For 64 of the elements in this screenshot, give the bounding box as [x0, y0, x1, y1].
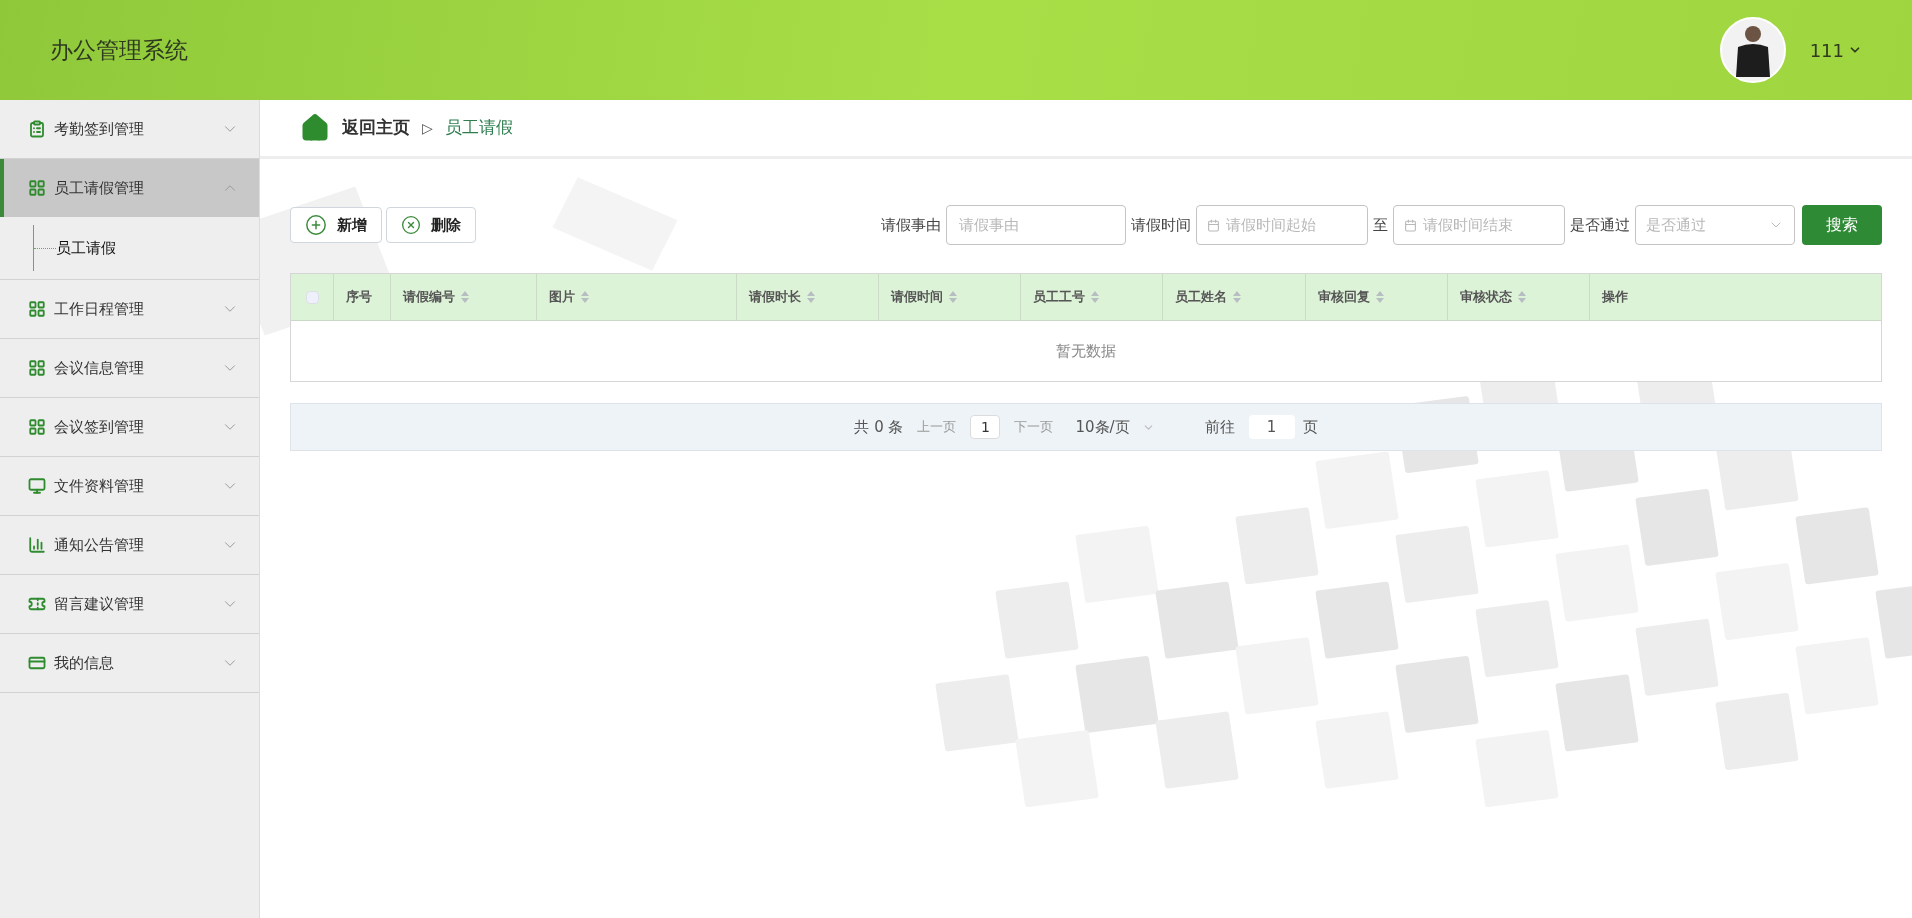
sort-icon — [1376, 291, 1384, 303]
home-icon — [300, 113, 330, 143]
calendar-icon — [1404, 218, 1417, 232]
goto-page-field[interactable]: 1 — [1248, 415, 1295, 439]
breadcrumb-current: 员工请假 — [444, 116, 513, 140]
page-number[interactable]: 1 — [970, 415, 1001, 439]
sidebar-item[interactable]: 员工请假管理 — [0, 159, 259, 217]
column-header[interactable]: 员工工号 — [1021, 274, 1163, 320]
delete-button[interactable]: 删除 — [386, 207, 476, 243]
goto-suffix: 页 — [1302, 416, 1318, 438]
sort-icon — [1233, 291, 1241, 303]
column-header[interactable]: 请假编号 — [391, 274, 537, 320]
total-count: 共 0 条 — [854, 416, 904, 438]
submenu-item[interactable]: 员工请假 — [56, 236, 116, 260]
sort-icon — [461, 291, 469, 303]
monitor-icon — [28, 477, 46, 495]
sidebar-item[interactable]: 会议信息管理 — [0, 339, 259, 397]
text-field[interactable]: 请假事由 — [946, 205, 1126, 245]
column-header[interactable]: 请假时间 — [879, 274, 1021, 320]
sort-icon — [807, 291, 815, 303]
breadcrumb-separator: ▷ — [422, 118, 433, 138]
column-header: 序号 — [334, 274, 391, 320]
filter-label: 请假事由 — [881, 214, 941, 236]
grid-icon — [28, 300, 46, 318]
column-header[interactable]: 请假时长 — [737, 274, 879, 320]
home-link[interactable]: 返回主页 — [342, 115, 410, 141]
sidebar-item[interactable]: 工作日程管理 — [0, 280, 259, 338]
sidebar-item[interactable]: 会议签到管理 — [0, 398, 259, 456]
column-header[interactable]: 员工姓名 — [1163, 274, 1306, 320]
search-button[interactable]: 搜索 — [1802, 205, 1882, 245]
clipboard-icon — [28, 120, 46, 138]
grid-icon — [28, 179, 46, 197]
filter-label: 至 — [1373, 214, 1388, 236]
close-icon — [401, 215, 421, 235]
plus-icon — [305, 214, 327, 236]
sidebar-item[interactable]: 留言建议管理 — [0, 575, 259, 633]
add-button[interactable]: 新增 — [290, 207, 382, 243]
ticket-icon — [28, 595, 46, 613]
sidebar-item[interactable]: 我的信息 — [0, 634, 259, 692]
sidebar-item[interactable]: 通知公告管理 — [0, 516, 259, 574]
grid-icon — [28, 418, 46, 436]
filter-label: 是否通过 — [1570, 214, 1630, 236]
sidebar-item[interactable]: 考勤签到管理 — [0, 100, 259, 158]
avatar — [1719, 17, 1786, 83]
sort-icon — [1518, 291, 1526, 303]
sort-icon — [949, 291, 957, 303]
empty-text: 暂无数据 — [1056, 340, 1116, 362]
column-header: 操作 — [1601, 288, 1629, 307]
user-menu[interactable]: 111 — [1809, 36, 1862, 64]
bar-chart-icon — [28, 536, 46, 554]
card-icon — [28, 654, 46, 672]
grid-icon — [28, 359, 46, 377]
page-size-select[interactable]: 10条/页 — [1075, 415, 1155, 439]
column-header[interactable]: 审核状态 — [1448, 274, 1590, 320]
calendar-icon — [1207, 218, 1220, 232]
column-header[interactable]: 图片 — [537, 274, 737, 320]
filter-label: 请假时间 — [1131, 214, 1191, 236]
column-header[interactable]: 审核回复 — [1306, 274, 1448, 320]
sort-icon — [581, 291, 589, 303]
app-title: 办公管理系统 — [50, 35, 188, 65]
sidebar-item[interactable]: 文件资料管理 — [0, 457, 259, 515]
select-all-checkbox[interactable] — [305, 290, 319, 304]
goto-label: 前往 — [1204, 416, 1235, 438]
sort-icon — [1091, 291, 1099, 303]
